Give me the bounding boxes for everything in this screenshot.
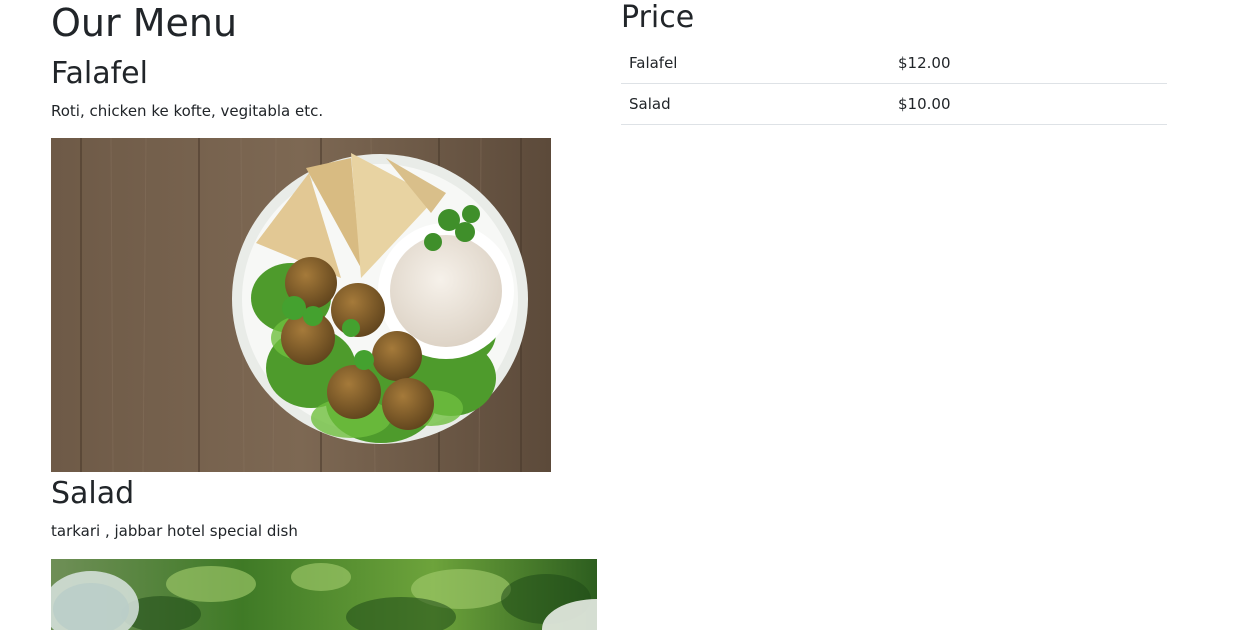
- price-table: Falafel $12.00 Salad $10.00: [621, 43, 1167, 125]
- menu-item-name-salad: Salad: [51, 476, 135, 511]
- price-item-name: Salad: [621, 83, 890, 125]
- menu-page: Our Menu Falafel Roti, chicken ke kofte,…: [0, 0, 1246, 630]
- price-item-name: Falafel: [621, 43, 890, 84]
- price-item-price: $12.00: [890, 43, 1167, 84]
- menu-item-description-falafel: Roti, chicken ke kofte, vegitabla etc.: [51, 102, 324, 120]
- menu-item-description-salad: tarkari , jabbar hotel special dish: [51, 522, 298, 540]
- price-item-price: $10.00: [890, 83, 1167, 125]
- price-title: Price: [621, 0, 695, 35]
- salad-image: [51, 559, 597, 630]
- table-row: Salad $10.00: [621, 83, 1167, 125]
- menu-item-name-falafel: Falafel: [51, 56, 148, 91]
- table-row: Falafel $12.00: [621, 43, 1167, 84]
- menu-title: Our Menu: [51, 1, 238, 45]
- falafel-image: [51, 138, 551, 472]
